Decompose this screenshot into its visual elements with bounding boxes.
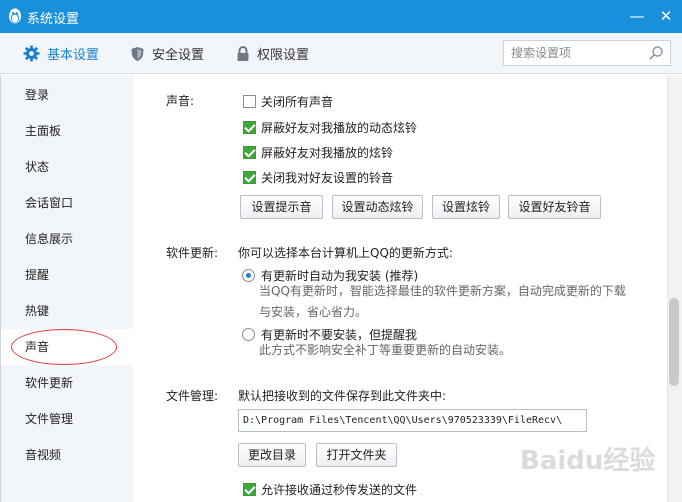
files-section-label: 文件管理: (166, 389, 219, 403)
minimize-button[interactable]: — (626, 6, 648, 26)
window-title: 系统设置 (27, 12, 80, 27)
sidebar-item-login[interactable]: 登录 (1, 77, 134, 113)
update-section-label: 软件更新: (166, 246, 219, 260)
checkbox-checked (243, 171, 256, 184)
tab-basic-settings[interactable]: 基本设置 (23, 33, 99, 74)
sidebar-item-file-management[interactable]: 文件管理 (1, 401, 134, 437)
description-line: 与安装，省心省力。 (259, 305, 368, 319)
radio-selected (242, 269, 255, 282)
shield-icon (131, 46, 144, 61)
sidebar-item-software-update[interactable]: 软件更新 (1, 365, 134, 401)
title-bar: 系统设置 — ✕ (0, 0, 682, 33)
tab-permission-settings[interactable]: 权限设置 (236, 33, 309, 74)
sidebar: 登录 主面板 状态 会话窗口 信息展示 提醒 热键 声音 软件更新 文件管理 音… (0, 75, 134, 502)
open-folder-button[interactable]: 打开文件夹 (316, 443, 397, 467)
disable-friend-ringtone-checkbox[interactable]: 关闭我对好友设置的铃音 (243, 169, 393, 186)
checkbox-checked (243, 146, 256, 159)
block-ringtone-checkbox[interactable]: 屏蔽好友对我播放的炫铃 (243, 144, 393, 161)
notify-only-description: 此方式不影响安全补丁等重要更新的自动安装。 (259, 343, 512, 357)
checkbox-label: 关闭所有声音 (261, 95, 334, 109)
checkbox-label: 屏蔽好友对我播放的动态炫铃 (261, 121, 418, 135)
files-intro: 默认把接收到的文件保存到此文件夹中: (238, 389, 447, 403)
sidebar-item-hotkeys[interactable]: 热键 (1, 293, 134, 329)
checkbox-unchecked (243, 95, 256, 108)
sidebar-item-status[interactable]: 状态 (1, 149, 134, 185)
tab-bar: 基本设置 安全设置 权限设置 (0, 33, 682, 74)
gear-icon (23, 45, 40, 62)
sidebar-item-reminder[interactable]: 提醒 (1, 257, 134, 293)
sidebar-item-main-panel[interactable]: 主面板 (1, 113, 134, 149)
sidebar-item-chat-window[interactable]: 会话窗口 (1, 185, 134, 221)
search-box[interactable] (503, 40, 671, 66)
qq-penguin-icon (9, 8, 21, 24)
tab-label: 基本设置 (47, 48, 100, 63)
search-icon[interactable] (648, 45, 664, 61)
set-alert-sound-button[interactable]: 设置提示音 (240, 195, 323, 219)
radio-unselected (242, 328, 255, 341)
checkbox-label: 关闭我对好友设置的铃音 (261, 171, 394, 185)
tab-label: 安全设置 (152, 48, 205, 63)
sidebar-item-sound[interactable]: 声音 (1, 329, 134, 365)
change-directory-button[interactable]: 更改目录 (238, 443, 306, 467)
checkbox-checked (243, 121, 256, 134)
auto-install-description: 当QQ有更新时，智能选择最佳的软件更新方案，自动完成更新的下载 与安装，省心省力… (259, 281, 626, 323)
settings-content: 声音: 关闭所有声音 屏蔽好友对我播放的动态炫铃 屏蔽好友对我播放的炫铃 关闭我… (133, 75, 667, 502)
scrollbar-thumb[interactable] (669, 298, 679, 386)
search-input[interactable] (504, 41, 644, 65)
set-dynamic-ringtone-button[interactable]: 设置动态炫铃 (332, 195, 423, 219)
lock-icon (237, 45, 249, 61)
close-button[interactable]: ✕ (655, 6, 677, 26)
mute-all-checkbox[interactable]: 关闭所有声音 (243, 93, 333, 110)
checkbox-label: 屏蔽好友对我播放的炫铃 (261, 146, 394, 160)
allow-instant-transfer-checkbox[interactable]: 允许接收通过秒传发送的文件 (243, 481, 417, 498)
tab-security-settings[interactable]: 安全设置 (130, 33, 204, 74)
checkbox-checked (243, 483, 256, 496)
scrollbar-track[interactable] (667, 75, 682, 502)
sidebar-item-audio-video[interactable]: 音视频 (1, 437, 134, 473)
checkbox-label: 允许接收通过秒传发送的文件 (261, 483, 418, 497)
set-friend-ringtone-button[interactable]: 设置好友铃音 (508, 195, 601, 219)
description-line: 当QQ有更新时，智能选择最佳的软件更新方案，自动完成更新的下载 (259, 284, 626, 298)
set-ringtone-button[interactable]: 设置炫铃 (432, 195, 500, 219)
sound-section-label: 声音: (166, 94, 195, 108)
block-dynamic-ringtone-checkbox[interactable]: 屏蔽好友对我播放的动态炫铃 (243, 119, 417, 136)
watermark: Baidu经验 (520, 446, 656, 476)
sidebar-item-info-display[interactable]: 信息展示 (1, 221, 134, 257)
update-intro: 你可以选择本台计算机上QQ的更新方式: (238, 246, 453, 260)
tab-label: 权限设置 (257, 48, 310, 63)
save-folder-path-field[interactable]: D:\Program Files\Tencent\QQ\Users\970523… (238, 409, 587, 432)
